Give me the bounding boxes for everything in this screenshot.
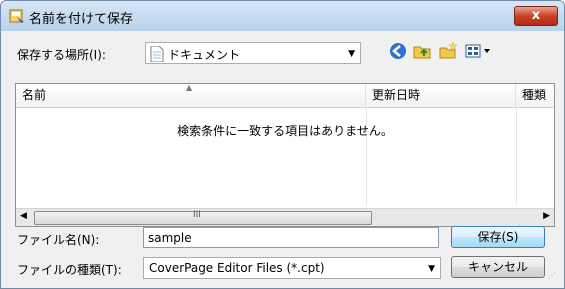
resize-grip-icon[interactable]: ⋰ (548, 271, 556, 280)
filename-value: sample (148, 231, 192, 245)
filetype-label: ファイルの種類(T): (17, 263, 122, 277)
filetype-select[interactable]: CoverPage Editor Files (*.cpt) ▼ (143, 257, 441, 279)
window-title: 名前を付けて保存 (29, 12, 134, 27)
chevron-down-icon: ▼ (348, 49, 355, 59)
back-icon[interactable] (388, 41, 408, 61)
location-combo[interactable]: ドキュメント ▼ (145, 42, 361, 64)
filename-field[interactable]: sample (143, 227, 439, 248)
column-modified[interactable]: 更新日時 (366, 84, 516, 107)
column-type[interactable]: 種類 (516, 84, 556, 107)
filename-label: ファイル名(N): (17, 233, 100, 247)
close-button[interactable]: x (514, 6, 558, 26)
column-type-label: 種類 (522, 88, 547, 102)
save-as-dialog: 名前を付けて保存 x 保存する場所(I): ドキュメント ▼ 名前 ▲ 更新日時… (0, 0, 565, 289)
save-dialog-icon (9, 9, 24, 23)
document-icon (150, 46, 164, 62)
column-modified-label: 更新日時 (372, 88, 421, 102)
cancel-button[interactable]: キャンセル (451, 256, 545, 278)
dialog-body: 保存する場所(I): ドキュメント ▼ 名前 ▲ 更新日時 種類 検索条件に一致… (7, 31, 558, 282)
chevron-down-icon: ▼ (428, 264, 435, 274)
sort-arrow-icon: ▲ (186, 83, 193, 92)
title-bar: 名前を付けて保存 x (1, 1, 564, 31)
scroll-grip: III (193, 210, 201, 220)
location-label: 保存する場所(I): (17, 48, 106, 62)
horizontal-scrollbar[interactable]: ◀ III ▶ (16, 208, 554, 226)
scroll-thumb[interactable]: III (34, 210, 372, 225)
filetype-value: CoverPage Editor Files (*.cpt) (149, 261, 325, 275)
column-name[interactable]: 名前 ▲ (16, 83, 366, 107)
file-list-header: 名前 ▲ 更新日時 種類 (16, 83, 556, 108)
scroll-right-icon[interactable]: ▶ (543, 211, 550, 221)
new-folder-icon[interactable] (438, 41, 458, 61)
scroll-left-icon[interactable]: ◀ (20, 211, 27, 221)
column-name-label: 名前 (22, 88, 47, 102)
empty-message: 検索条件に一致する項目はありません。 (177, 124, 393, 138)
save-button[interactable]: 保存(S) (451, 226, 545, 248)
file-list[interactable]: 名前 ▲ 更新日時 種類 検索条件に一致する項目はありません。 ◀ III ▶ (15, 83, 555, 227)
up-folder-icon[interactable] (412, 41, 432, 61)
view-menu-icon[interactable] (464, 41, 496, 61)
location-value: ドキュメント (168, 48, 241, 62)
